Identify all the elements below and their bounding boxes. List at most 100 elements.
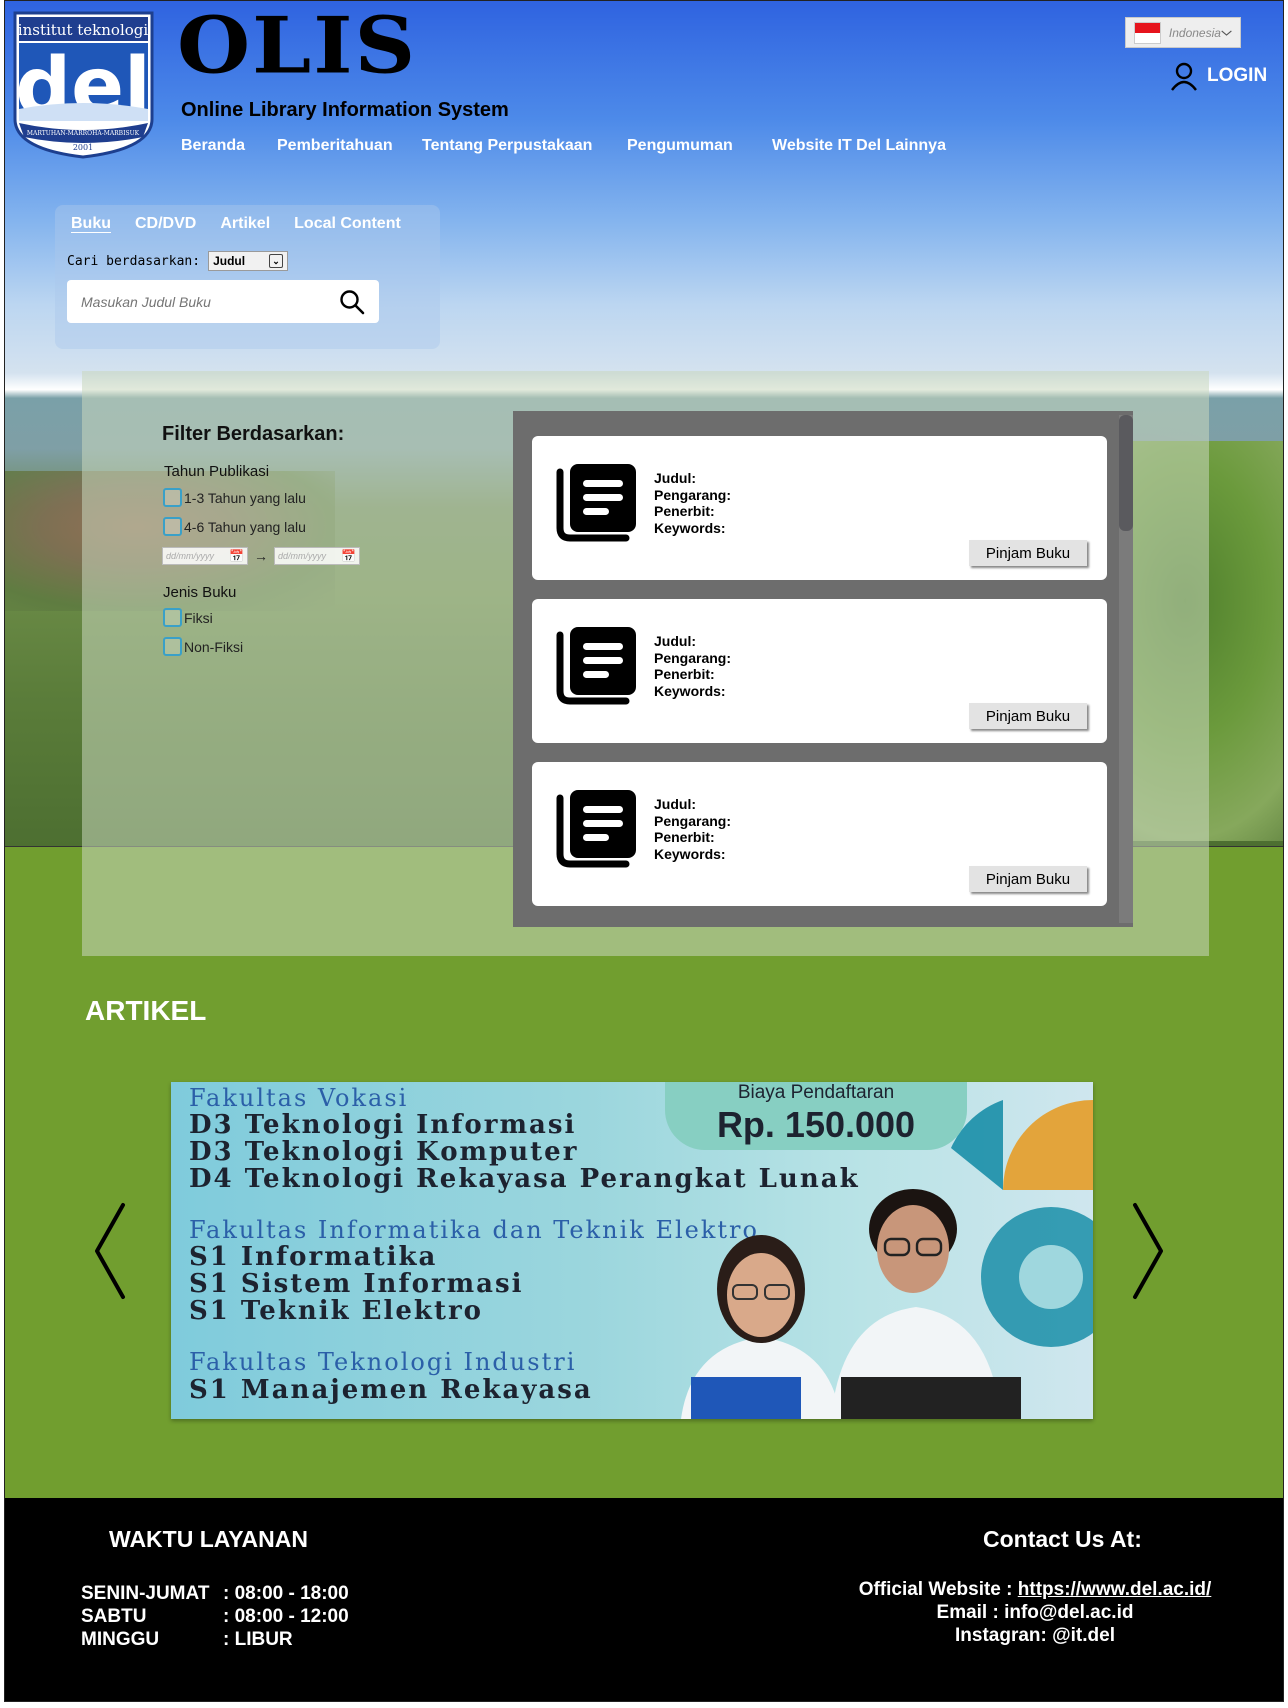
nav-beranda[interactable]: Beranda xyxy=(181,137,277,155)
book-icon xyxy=(556,627,636,705)
contact-info: Official Website : https://www.del.ac.id… xyxy=(785,1578,1283,1647)
indonesia-flag-icon xyxy=(1134,21,1161,44)
book-meta: Judul: Pengarang: Penerbit: Keywords: xyxy=(654,633,731,699)
filter-type-non-fiksi[interactable]: Non-Fiksi xyxy=(163,637,243,656)
filter-year-4-6[interactable]: 4-6 Tahun yang lalu xyxy=(163,517,306,536)
book-card: Judul: Pengarang: Penerbit: Keywords: Pi… xyxy=(532,599,1107,743)
program-name: S1 Sistem Informasi xyxy=(189,1269,524,1299)
search-by-value: Judul xyxy=(213,254,246,268)
calendar-icon: 📅 xyxy=(341,549,356,563)
language-label: Indonesia xyxy=(1168,25,1221,40)
fee-label: Biaya Pendaftaran xyxy=(737,1082,895,1103)
filter-option-label: Fiksi xyxy=(184,609,213,626)
brand-subtitle: Online Library Information System xyxy=(181,99,509,121)
filter-option-label: 1-3 Tahun yang lalu xyxy=(184,489,306,506)
dropdown-icon: ⌄ xyxy=(269,254,284,268)
itdel-logo[interactable]: institut teknologi del MARTUHAN-MARROHA-… xyxy=(11,9,156,159)
search-by-select[interactable]: Judul ⌄ xyxy=(208,251,289,271)
checkbox[interactable] xyxy=(163,637,182,656)
service-hours: SENIN-JUMAT : 08:00 - 18:00 SABTU : 08:0… xyxy=(81,1582,349,1651)
search-by-row: Cari berdasarkan: Judul ⌄ xyxy=(67,251,289,271)
arrow-right-icon: → xyxy=(254,548,268,564)
nav-pengumuman[interactable]: Pengumuman xyxy=(627,137,772,155)
book-card: Judul: Pengarang: Penerbit: Keywords: Pi… xyxy=(532,762,1107,906)
filter-type-label: Jenis Buku xyxy=(163,584,237,601)
checkbox[interactable] xyxy=(163,488,182,507)
fee-value: Rp. 150.000 xyxy=(716,1104,916,1145)
login-label: LOGIN xyxy=(1207,65,1268,86)
website-row: Official Website : https://www.del.ac.id… xyxy=(785,1578,1283,1601)
search-icon[interactable] xyxy=(339,289,365,315)
date-from-input[interactable]: dd/mm/yyyy 📅 xyxy=(162,547,248,565)
book-card: Judul: Pengarang: Penerbit: Keywords: Pi… xyxy=(532,436,1107,580)
tab-artikel[interactable]: Artikel xyxy=(220,215,270,233)
book-publisher-label: Penerbit: xyxy=(654,666,715,682)
pinjam-buku-button[interactable]: Pinjam Buku xyxy=(969,540,1087,566)
tab-local-content[interactable]: Local Content xyxy=(294,215,401,233)
search-input[interactable] xyxy=(81,293,339,310)
user-icon xyxy=(1171,62,1197,91)
svg-text:2001: 2001 xyxy=(73,143,93,152)
search-by-label: Cari berdasarkan: xyxy=(67,253,201,269)
filter-option-label: 4-6 Tahun yang lalu xyxy=(184,518,306,535)
book-author-label: Pengarang: xyxy=(654,486,732,503)
carousel-prev-icon[interactable] xyxy=(91,1201,131,1301)
footer: WAKTU LAYANAN SENIN-JUMAT : 08:00 - 18:0… xyxy=(5,1498,1283,1701)
language-selector[interactable]: Indonesia xyxy=(1125,17,1241,48)
results-list[interactable]: Judul: Pengarang: Penerbit: Keywords: Pi… xyxy=(513,411,1133,927)
website-link[interactable]: https://www.del.ac.id/ xyxy=(1018,1579,1212,1600)
program-name: S1 Informatika xyxy=(189,1242,438,1272)
carousel-next-icon[interactable] xyxy=(1127,1201,1167,1301)
contact-title: Contact Us At: xyxy=(983,1526,1142,1552)
date-range: dd/mm/yyyy 📅 → dd/mm/yyyy 📅 xyxy=(162,547,360,565)
checkbox[interactable] xyxy=(163,517,182,536)
date-to-input[interactable]: dd/mm/yyyy 📅 xyxy=(274,547,360,565)
service-hours-title: WAKTU LAYANAN xyxy=(109,1526,308,1552)
book-meta: Judul: Pengarang: Penerbit: Keywords: xyxy=(654,470,731,536)
program-name: D3 Teknologi Informasi xyxy=(189,1110,577,1140)
program-name: S1 Teknik Elektro xyxy=(189,1296,483,1326)
pinjam-buku-button[interactable]: Pinjam Buku xyxy=(969,866,1087,892)
book-keywords-label: Keywords: xyxy=(654,845,726,862)
results-scrollbar[interactable] xyxy=(1119,415,1133,923)
faculty-name: Fakultas Teknologi Industri xyxy=(189,1348,577,1376)
book-icon xyxy=(556,790,636,868)
hours-time: : 08:00 - 18:00 xyxy=(223,1583,349,1604)
brand-title: OLIS xyxy=(177,0,418,91)
instagram-text: Instagran: @it.del xyxy=(955,1625,1115,1646)
artikel-title: ARTIKEL xyxy=(85,995,207,1026)
book-author-label: Pengarang: xyxy=(654,649,732,666)
book-title-label: Judul: xyxy=(654,796,696,812)
page: institut teknologi del MARTUHAN-MARROHA-… xyxy=(4,0,1284,1702)
search-panel: Buku CD/DVD Artikel Local Content Cari b… xyxy=(55,205,440,349)
chevron-down-icon xyxy=(1221,30,1232,36)
filter-option-label: Non-Fiksi xyxy=(184,638,244,655)
tab-cd-dvd[interactable]: CD/DVD xyxy=(135,215,196,233)
date-placeholder: dd/mm/yyyy xyxy=(166,551,215,561)
tab-buku[interactable]: Buku xyxy=(71,215,111,233)
scrollbar-thumb[interactable] xyxy=(1119,415,1133,531)
hours-day: MINGGU xyxy=(81,1629,160,1650)
faculty-name: Fakultas Vokasi xyxy=(189,1084,409,1112)
article-banner[interactable]: Biaya Pendaftaran Rp. 150.000 Fakultas V… xyxy=(171,1082,1093,1419)
filter-type-fiksi[interactable]: Fiksi xyxy=(163,608,213,627)
filter-year-1-3[interactable]: 1-3 Tahun yang lalu xyxy=(163,488,306,507)
hours-row: SENIN-JUMAT : 08:00 - 18:00 xyxy=(81,1582,349,1605)
nav-pemberitahuan[interactable]: Pemberitahuan xyxy=(277,137,422,155)
hours-row: SABTU : 08:00 - 12:00 xyxy=(81,1605,349,1628)
nav-website-it-del[interactable]: Website IT Del Lainnya xyxy=(772,137,962,155)
filter-year-label: Tahun Publikasi xyxy=(164,463,270,480)
nav-tentang-perpustakaan[interactable]: Tentang Perpustakaan xyxy=(422,137,627,155)
book-meta: Judul: Pengarang: Penerbit: Keywords: xyxy=(654,796,731,862)
hours-day: SENIN-JUMAT xyxy=(81,1583,210,1604)
svg-text:institut teknologi: institut teknologi xyxy=(18,21,149,39)
students-photo xyxy=(681,1189,1021,1419)
pinjam-buku-button[interactable]: Pinjam Buku xyxy=(969,703,1087,729)
hours-time: : LIBUR xyxy=(223,1629,293,1650)
book-icon xyxy=(556,464,636,542)
book-publisher-label: Penerbit: xyxy=(654,503,715,519)
login-button[interactable]: LOGIN xyxy=(1169,61,1267,91)
book-keywords-label: Keywords: xyxy=(654,519,726,536)
checkbox[interactable] xyxy=(163,608,182,627)
program-name: S1 Manajemen Rekayasa xyxy=(189,1375,593,1405)
